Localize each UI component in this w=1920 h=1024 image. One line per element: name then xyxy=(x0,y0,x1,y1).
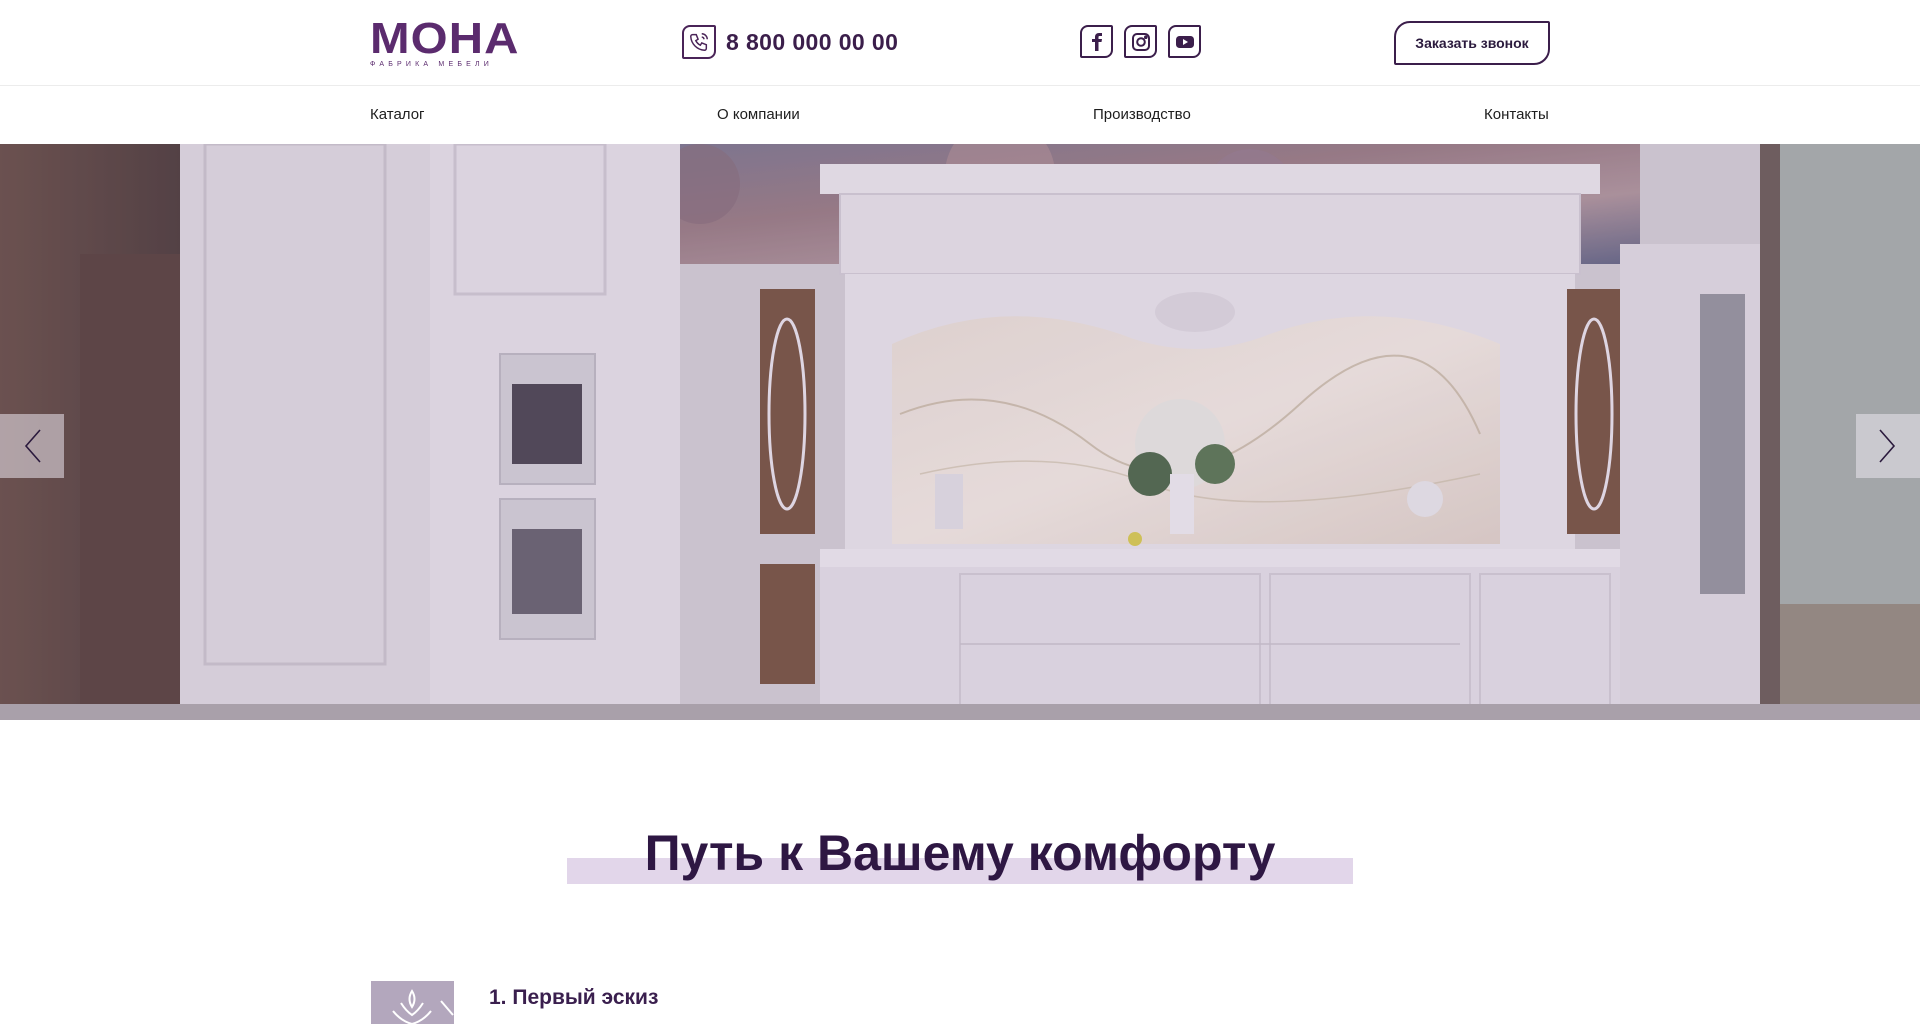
phone-link[interactable]: 8 800 000 00 00 xyxy=(682,25,898,59)
callback-button[interactable]: Заказать звонок xyxy=(1394,21,1550,65)
nav-item-production[interactable]: Производство xyxy=(1093,106,1191,123)
page-title: Путь к Вашему комфорту xyxy=(644,825,1276,881)
chevron-right-icon xyxy=(1879,429,1896,463)
main-nav: Каталог О компании Производство Контакты xyxy=(0,86,1920,144)
hero-slider xyxy=(0,144,1920,720)
logo-wordmark: МОНА xyxy=(370,14,520,63)
top-header: МОНА ФАБРИКА МЕБЕЛИ 8 800 000 00 00 Зака… xyxy=(0,0,1920,86)
logo[interactable]: МОНА ФАБРИКА МЕБЕЛИ xyxy=(370,17,518,69)
step-title: 1. Первый эскиз xyxy=(489,986,659,1009)
youtube-icon[interactable] xyxy=(1168,25,1201,58)
nav-item-catalog[interactable]: Каталог xyxy=(370,106,425,123)
phone-number: 8 800 000 00 00 xyxy=(726,28,899,55)
nav-item-about[interactable]: О компании xyxy=(717,106,800,123)
section-heading: Путь к Вашему комфорту xyxy=(0,820,1920,900)
nav-item-contacts[interactable]: Контакты xyxy=(1484,106,1549,123)
step-thumbnail xyxy=(371,981,454,1024)
step-item: 1. Первый эскиз xyxy=(371,981,1571,1024)
slider-next-button[interactable] xyxy=(1856,414,1920,478)
chevron-left-icon xyxy=(24,429,41,463)
social-links xyxy=(1080,25,1201,58)
phone-icon xyxy=(682,25,716,59)
instagram-icon[interactable] xyxy=(1124,25,1157,58)
slider-prev-button[interactable] xyxy=(0,414,64,478)
facebook-icon[interactable] xyxy=(1080,25,1113,58)
kitchen-photo xyxy=(0,144,1920,720)
